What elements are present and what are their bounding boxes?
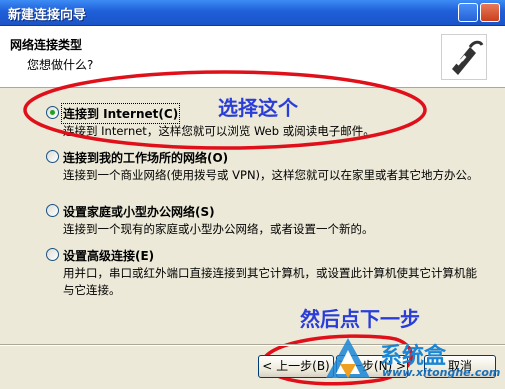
annotation-overlay [23, 70, 427, 386]
annotation-select-this: 选择这个 [218, 96, 298, 120]
watermark-logo-icon [318, 334, 378, 386]
annotation-then-next: 然后点下一步 [300, 307, 420, 331]
watermark-url: www.xitonghe.com [382, 366, 501, 379]
